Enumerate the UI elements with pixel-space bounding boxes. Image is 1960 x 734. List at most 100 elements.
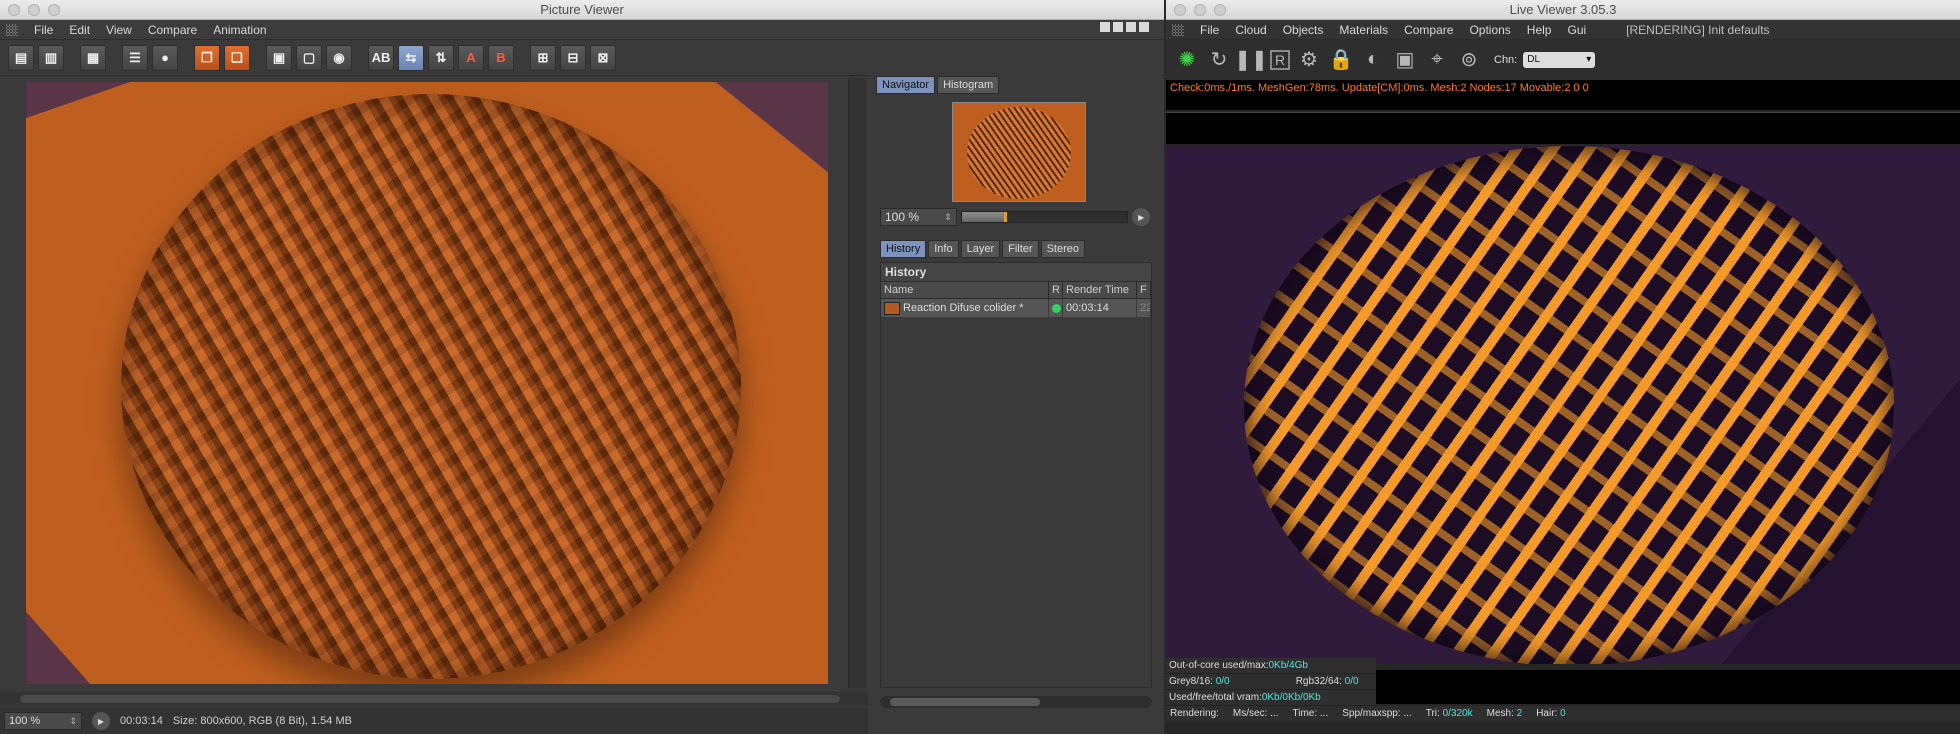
info-tabs: History Info Layer Filter Stereo	[876, 240, 1085, 258]
navigator-zoom: 100 % ▶	[880, 208, 1150, 226]
set-a-icon[interactable]: A	[458, 44, 484, 71]
settings-icon[interactable]: ⚙	[1296, 47, 1322, 73]
lv-render-status: [RENDERING] Init defaults	[1626, 22, 1770, 37]
lock-icon[interactable]: 🔒	[1328, 47, 1354, 73]
reaction-diffusion-render	[1244, 146, 1894, 664]
col-r[interactable]: R	[1049, 282, 1063, 298]
col-f[interactable]: F	[1137, 282, 1151, 298]
display-alt-icon[interactable]: ▢	[296, 44, 322, 71]
lv-menu-cloud[interactable]: Cloud	[1227, 23, 1274, 37]
history-frame: 22	[1137, 299, 1151, 317]
move-icon[interactable]	[1126, 22, 1136, 32]
navigator-thumbnail[interactable]	[952, 102, 1086, 202]
set-b-icon[interactable]: B	[488, 44, 514, 71]
lv-grip-icon[interactable]	[1172, 23, 1184, 36]
pick-material-icon[interactable]: ⊚	[1456, 47, 1482, 73]
pick-focus-icon[interactable]: ⌖	[1424, 47, 1450, 73]
lv-menu-options[interactable]: Options	[1461, 23, 1518, 37]
display-icon[interactable]: ▣	[266, 44, 292, 71]
navigator-go-icon[interactable]: ▶	[1132, 208, 1150, 226]
color-picker-icon[interactable]: ◉	[326, 44, 352, 71]
history-panel: History Name R Render Time F Reaction Di…	[880, 262, 1152, 688]
layers-icon[interactable]: ☰	[122, 44, 148, 71]
play-icon[interactable]: ▶	[92, 712, 110, 730]
side-panel: Navigator Histogram 100 % ▶ History Info…	[872, 72, 1162, 734]
col-name[interactable]: Name	[881, 282, 1049, 298]
lv-menubar: File Cloud Objects Materials Compare Opt…	[1166, 20, 1960, 40]
menu-file[interactable]: File	[26, 23, 61, 37]
horizontal-scrollbar[interactable]	[0, 692, 868, 706]
rendered-image	[26, 82, 828, 684]
lv-menu-gui[interactable]: Gui	[1559, 23, 1594, 37]
channel-select[interactable]: DL	[1523, 51, 1596, 68]
tab-info[interactable]: Info	[928, 240, 959, 258]
menu-compare[interactable]: Compare	[140, 23, 205, 37]
stat-label-grey: Grey8/16:	[1169, 676, 1213, 687]
lv-menu-file[interactable]: File	[1192, 23, 1227, 37]
lv-toolbar: ✺ ↻ ❚❚ R ⚙ 🔒 ◐ ▣ ⌖ ⊚ Chn: DL	[1166, 40, 1960, 80]
footer-rendering: Rendering:	[1170, 708, 1219, 719]
menu-animation[interactable]: Animation	[205, 23, 274, 37]
lv-menu-materials[interactable]: Materials	[1331, 23, 1396, 37]
frame-icon-3[interactable]: ⊠	[590, 44, 616, 71]
navigator-zoom-select[interactable]: 100 %	[880, 208, 957, 226]
frame-icon[interactable]: ▣	[1392, 47, 1418, 73]
vertical-scrollbar[interactable]	[848, 78, 866, 688]
material-ball-icon[interactable]: ◐	[1360, 47, 1386, 73]
tab-layer[interactable]: Layer	[960, 240, 1001, 258]
tab-navigator[interactable]: Navigator	[876, 76, 936, 94]
col-render-time[interactable]: Render Time	[1063, 282, 1137, 298]
top-tabs: Navigator Histogram	[872, 76, 1162, 94]
history-row[interactable]: Reaction Difuse colider * 00:03:14 22	[881, 299, 1151, 317]
channel-control: Chn: DL	[1494, 51, 1596, 68]
grip-icon[interactable]	[6, 23, 18, 36]
stat-label-outofcore: Out-of-core used/max:	[1169, 660, 1269, 671]
tab-stereo[interactable]: Stereo	[1040, 240, 1085, 258]
footer-spp: Spp/maxspp: ...	[1342, 708, 1412, 719]
footer-tri: 0/320k	[1442, 708, 1473, 719]
render-stats: Out-of-core used/max: 0Kb/4Gb Grey8/16: 0…	[1166, 658, 1376, 706]
open-icon[interactable]: ▤	[8, 44, 34, 71]
user-icon[interactable]: ●	[152, 44, 178, 71]
log-area	[1166, 112, 1960, 144]
reaction-diffusion-disk	[121, 94, 741, 679]
footer-mesh: 2	[1516, 708, 1523, 719]
footer-mesh-label: Mesh:	[1486, 708, 1514, 719]
layout-icon-2[interactable]	[1113, 22, 1123, 32]
dock-icon[interactable]	[1139, 22, 1149, 32]
live-viewer-window: Live Viewer 3.05.3 File Cloud Objects Ma…	[1166, 0, 1960, 734]
window-title: Picture Viewer	[540, 2, 624, 17]
grid-icon[interactable]: ▦	[80, 44, 106, 71]
layout-icon-1[interactable]	[1100, 22, 1110, 32]
zoom-select[interactable]: 100 %	[4, 712, 82, 730]
pause-icon[interactable]: ❚❚	[1234, 47, 1268, 73]
ab-compare-icon[interactable]: AB	[368, 44, 394, 71]
live-render-view[interactable]	[1166, 146, 1960, 664]
split-vertical-icon[interactable]: ⇅	[428, 44, 454, 71]
region-icon[interactable]: R	[1270, 49, 1290, 70]
paste-icon[interactable]: ❑	[224, 44, 250, 71]
toolbar: ▤ ▥ ▦ ☰ ● ❐ ❑ ▣ ▢ ◉ AB ⇆ ⇅ A B ⊞ ⊟ ⊠	[0, 40, 1164, 76]
zoom-slider[interactable]	[960, 211, 1129, 223]
copy-icon[interactable]: ❐	[194, 44, 220, 71]
frame-icon-2[interactable]: ⊟	[560, 44, 586, 71]
history-name: Reaction Difuse colider *	[903, 302, 1024, 314]
history-scrollbar[interactable]	[880, 696, 1152, 708]
lv-menu-objects[interactable]: Objects	[1275, 23, 1332, 37]
lv-menu-help[interactable]: Help	[1519, 23, 1560, 37]
lv-window-title: Live Viewer 3.05.3	[1509, 2, 1617, 17]
menu-view[interactable]: View	[98, 23, 140, 37]
stat-label-vram: Used/free/total vram:	[1169, 692, 1262, 703]
menu-edit[interactable]: Edit	[61, 23, 98, 37]
tab-history[interactable]: History	[880, 240, 927, 258]
save-icon[interactable]: ▥	[38, 44, 64, 71]
octane-logo-icon[interactable]: ✺	[1174, 47, 1200, 73]
restart-icon[interactable]: ↻	[1206, 47, 1232, 73]
split-horizontal-icon[interactable]: ⇆	[398, 44, 424, 71]
frame-icon-1[interactable]: ⊞	[530, 44, 556, 71]
status-bar: 100 % ▶ 00:03:14 Size: 800x600, RGB (8 B…	[0, 708, 868, 734]
lv-menu-compare[interactable]: Compare	[1396, 23, 1461, 37]
image-size: Size: 800x600, RGB (8 Bit), 1.54 MB	[172, 715, 352, 727]
tab-histogram[interactable]: Histogram	[937, 76, 1000, 94]
tab-filter[interactable]: Filter	[1002, 240, 1039, 258]
